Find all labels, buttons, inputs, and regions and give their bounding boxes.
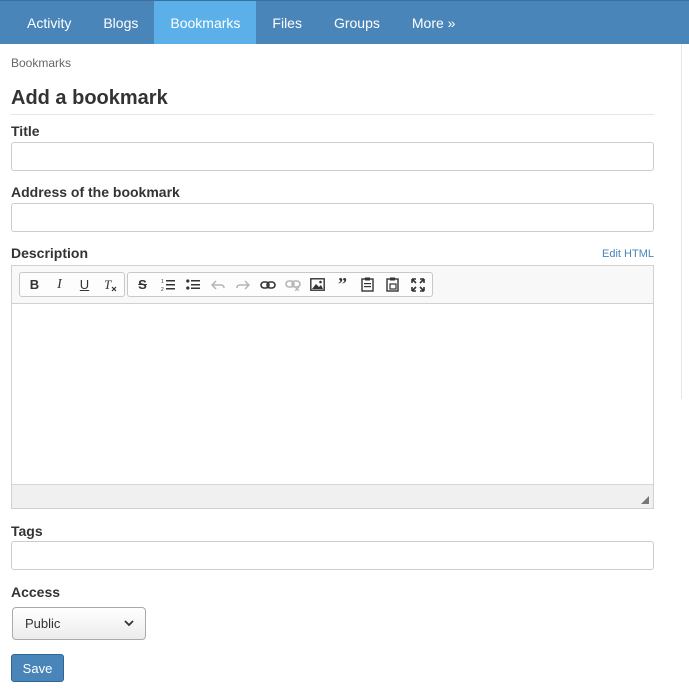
breadcrumb[interactable]: Bookmarks: [11, 56, 71, 70]
editor-status-bar: [12, 484, 653, 508]
strikethrough-icon[interactable]: S: [130, 273, 155, 296]
svg-text:T: T: [104, 277, 112, 292]
toolbar-group-format: S 12 ”: [127, 272, 433, 297]
rich-text-editor: B I U T S 12 ”: [11, 265, 654, 509]
svg-text:2: 2: [161, 287, 164, 292]
save-button[interactable]: Save: [11, 654, 64, 682]
toolbar-group-basic: B I U T: [19, 272, 125, 297]
underline-icon[interactable]: U: [72, 273, 97, 296]
sidebar-divider: [681, 44, 682, 399]
description-label: Description: [11, 245, 89, 261]
page-title: Add a bookmark: [11, 87, 168, 109]
redo-icon[interactable]: [230, 273, 255, 296]
top-navigation: Activity Blogs Bookmarks Files Groups Mo…: [0, 0, 689, 44]
address-input[interactable]: [11, 203, 654, 232]
tab-more[interactable]: More »: [396, 1, 472, 44]
access-selected-value: Public: [25, 616, 61, 631]
tab-activity[interactable]: Activity: [0, 1, 87, 44]
remove-format-icon[interactable]: T: [97, 273, 122, 296]
title-divider: [11, 114, 654, 115]
resize-handle-icon[interactable]: [641, 496, 649, 504]
access-label: Access: [11, 584, 61, 600]
tags-label: Tags: [11, 523, 43, 539]
bold-icon[interactable]: B: [22, 273, 47, 296]
undo-icon[interactable]: [205, 273, 230, 296]
editor-content-area[interactable]: [12, 304, 653, 484]
title-label: Title: [11, 123, 40, 139]
unlink-icon[interactable]: [280, 273, 305, 296]
tab-files[interactable]: Files: [256, 1, 318, 44]
italic-icon[interactable]: I: [47, 273, 72, 296]
edit-html-link[interactable]: Edit HTML: [602, 248, 654, 260]
paste-text-icon[interactable]: [380, 273, 405, 296]
paste-icon[interactable]: [355, 273, 380, 296]
tags-input[interactable]: [11, 541, 654, 570]
access-select[interactable]: Public: [12, 607, 146, 640]
editor-toolbar: B I U T S 12 ”: [12, 266, 653, 304]
bulleted-list-icon[interactable]: [180, 273, 205, 296]
numbered-list-icon[interactable]: 12: [155, 273, 180, 296]
tab-blogs[interactable]: Blogs: [87, 1, 154, 44]
address-label: Address of the bookmark: [11, 184, 180, 200]
image-icon[interactable]: [305, 273, 330, 296]
link-icon[interactable]: [255, 273, 280, 296]
title-input[interactable]: [11, 142, 654, 171]
tab-groups[interactable]: Groups: [318, 1, 396, 44]
svg-text:1: 1: [161, 279, 164, 285]
chevron-down-icon: [123, 617, 135, 632]
maximize-icon[interactable]: [405, 273, 430, 296]
tab-bookmarks[interactable]: Bookmarks: [154, 1, 257, 44]
blockquote-icon[interactable]: ”: [330, 273, 355, 296]
